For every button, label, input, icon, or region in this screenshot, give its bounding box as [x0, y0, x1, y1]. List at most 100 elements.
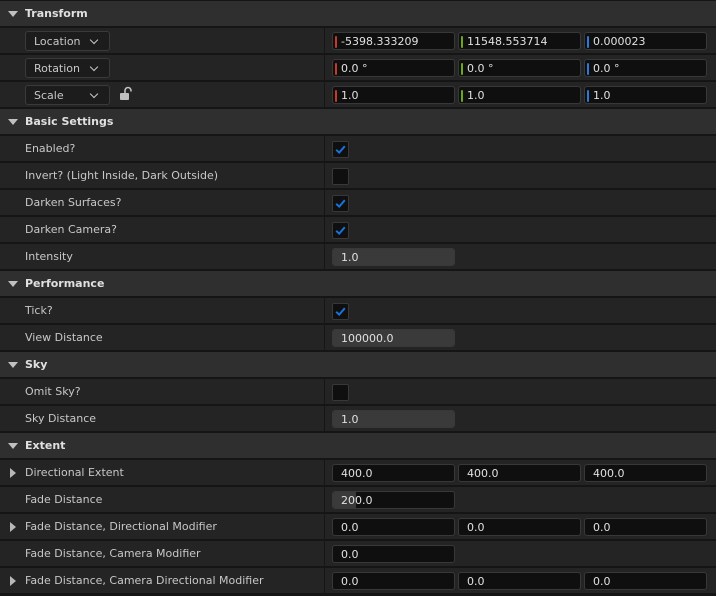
section-performance[interactable]: Performance: [0, 271, 716, 297]
field-value: 400.0: [341, 467, 373, 480]
chevron-down-icon: [89, 35, 99, 45]
row-enabled: Enabled?: [0, 136, 716, 162]
collapse-arrow-icon[interactable]: [8, 281, 18, 287]
section-title: Extent: [25, 439, 66, 452]
section-extent[interactable]: Extent: [0, 433, 716, 459]
fade-dir-mod-z-field[interactable]: 0.0: [584, 518, 707, 536]
fade-cam-dir-mod-x-field[interactable]: 0.0: [332, 572, 455, 590]
location-z-field[interactable]: 0.000023: [584, 32, 707, 50]
rotation-y-field[interactable]: 0.0 °: [458, 59, 581, 77]
z-axis-marker: [587, 63, 589, 75]
column-divider[interactable]: [324, 487, 325, 513]
y-axis-marker: [461, 36, 463, 48]
directional-extent-y-field[interactable]: 400.0: [458, 464, 581, 482]
expand-arrow-icon[interactable]: [10, 522, 16, 532]
fade-camera-modifier-input[interactable]: 0.0: [332, 545, 455, 563]
location-y-field[interactable]: 11548.553714: [458, 32, 581, 50]
location-x-field[interactable]: -5398.333209: [332, 32, 455, 50]
fade-distance-input[interactable]: 200.0: [332, 491, 455, 509]
omit-sky-checkbox[interactable]: [332, 384, 349, 401]
row-darken-surfaces: Darken Surfaces?: [0, 190, 716, 216]
directional-extent-x-field[interactable]: 400.0: [332, 464, 455, 482]
darken-camera-checkbox[interactable]: [332, 222, 349, 239]
section-title: Transform: [25, 7, 88, 20]
property-label: Sky Distance: [25, 412, 97, 425]
property-label: Darken Camera?: [25, 223, 117, 236]
field-value: 0.0: [467, 521, 485, 534]
collapse-arrow-icon[interactable]: [8, 362, 18, 368]
field-value: 1.0: [593, 89, 611, 102]
rotation-z-field[interactable]: 0.0 °: [584, 59, 707, 77]
dropdown-label: Location: [34, 35, 81, 48]
row-tick: Tick?: [0, 298, 716, 324]
scale-y-field[interactable]: 1.0: [458, 86, 581, 104]
field-value: 0.0: [467, 575, 485, 588]
unlock-icon[interactable]: [119, 86, 133, 102]
z-axis-marker: [587, 36, 589, 48]
rotation-x-field[interactable]: 0.0 °: [332, 59, 455, 77]
column-divider[interactable]: [324, 136, 325, 162]
column-divider[interactable]: [324, 460, 325, 486]
intensity-input[interactable]: 1.0: [332, 248, 455, 266]
invert-checkbox[interactable]: [332, 168, 349, 185]
fade-dir-mod-y-field[interactable]: 0.0: [458, 518, 581, 536]
field-value: 100000.0: [341, 332, 394, 345]
rotation-dropdown[interactable]: Rotation: [25, 58, 110, 78]
section-sky[interactable]: Sky: [0, 352, 716, 378]
location-dropdown[interactable]: Location: [25, 31, 110, 51]
column-divider[interactable]: [324, 217, 325, 243]
row-scale: Scale 1.0 1.0 1.0: [0, 82, 716, 108]
fade-dir-mod-x-field[interactable]: 0.0: [332, 518, 455, 536]
field-value: 0.0: [341, 575, 359, 588]
section-basic-settings[interactable]: Basic Settings: [0, 109, 716, 135]
column-divider[interactable]: [324, 82, 325, 108]
view-distance-input[interactable]: 100000.0: [332, 329, 455, 347]
column-divider[interactable]: [324, 244, 325, 270]
enabled-checkbox[interactable]: [332, 141, 349, 158]
property-label: View Distance: [25, 331, 103, 344]
x-axis-marker: [335, 63, 337, 75]
collapse-arrow-icon[interactable]: [8, 443, 18, 449]
scale-x-field[interactable]: 1.0: [332, 86, 455, 104]
column-divider[interactable]: [324, 163, 325, 189]
row-invert: Invert? (Light Inside, Dark Outside): [0, 163, 716, 189]
field-value: 1.0: [341, 413, 359, 426]
section-title: Basic Settings: [25, 115, 114, 128]
column-divider[interactable]: [324, 568, 325, 594]
scale-dropdown[interactable]: Scale: [25, 85, 110, 105]
row-omit-sky: Omit Sky?: [0, 379, 716, 405]
collapse-arrow-icon[interactable]: [8, 119, 18, 125]
scale-z-field[interactable]: 1.0: [584, 86, 707, 104]
column-divider[interactable]: [324, 55, 325, 81]
section-transform[interactable]: Transform: [0, 1, 716, 27]
property-label: Directional Extent: [25, 466, 124, 479]
row-sky-distance: Sky Distance 1.0: [0, 406, 716, 432]
column-divider[interactable]: [324, 406, 325, 432]
fade-cam-dir-mod-z-field[interactable]: 0.0: [584, 572, 707, 590]
chevron-down-icon: [89, 62, 99, 72]
section-title: Performance: [25, 277, 105, 290]
darken-surfaces-checkbox[interactable]: [332, 195, 349, 212]
row-darken-camera: Darken Camera?: [0, 217, 716, 243]
column-divider[interactable]: [324, 325, 325, 351]
property-label: Darken Surfaces?: [25, 196, 122, 209]
directional-extent-z-field[interactable]: 400.0: [584, 464, 707, 482]
column-divider[interactable]: [324, 298, 325, 324]
property-label: Intensity: [25, 250, 73, 263]
collapse-arrow-icon[interactable]: [8, 11, 18, 17]
column-divider[interactable]: [324, 28, 325, 54]
column-divider[interactable]: [324, 379, 325, 405]
fade-cam-dir-mod-y-field[interactable]: 0.0: [458, 572, 581, 590]
column-divider[interactable]: [324, 190, 325, 216]
field-value: 0.0: [341, 521, 359, 534]
sky-distance-input[interactable]: 1.0: [332, 410, 455, 428]
expand-arrow-icon[interactable]: [10, 576, 16, 586]
column-divider[interactable]: [324, 514, 325, 540]
property-label: Invert? (Light Inside, Dark Outside): [25, 169, 219, 182]
field-value: 0.000023: [593, 35, 646, 48]
dropdown-label: Rotation: [34, 62, 81, 75]
tick-checkbox[interactable]: [332, 303, 349, 320]
row-location: Location -5398.333209 11548.553714 0.000…: [0, 28, 716, 54]
expand-arrow-icon[interactable]: [10, 468, 16, 478]
column-divider[interactable]: [324, 541, 325, 567]
